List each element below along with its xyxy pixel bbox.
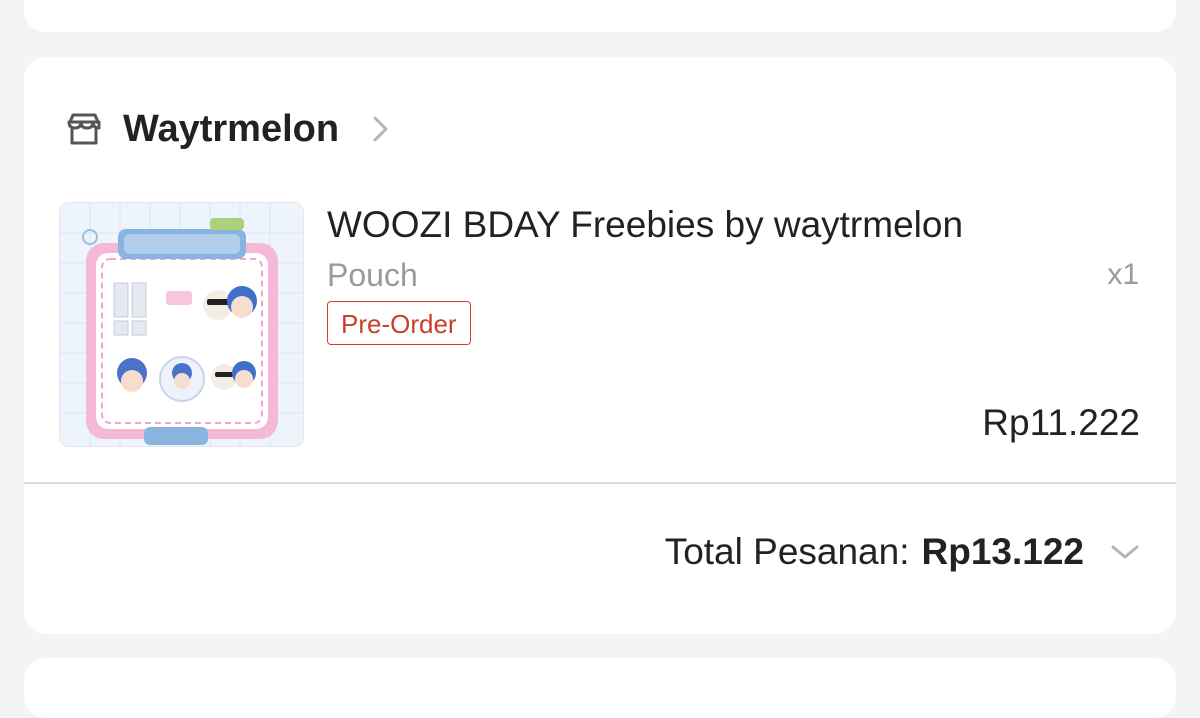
divider [24, 482, 1176, 484]
order-card: Waytrmelon WOOZI BDAY Freebies by waytrm… [24, 57, 1176, 634]
next-order-card [24, 658, 1176, 718]
shop-header[interactable]: Waytrmelon [64, 107, 391, 151]
product-title[interactable]: WOOZI BDAY Freebies by waytrmelon [327, 203, 963, 247]
shop-name[interactable]: Waytrmelon [123, 107, 339, 151]
chevron-down-icon[interactable] [1108, 542, 1142, 562]
order-total-label: Total Pesanan: [664, 531, 910, 572]
store-icon [67, 113, 101, 145]
order-total-row[interactable]: Total Pesanan: Rp13.122 [665, 527, 1142, 577]
product-thumbnail-image [60, 203, 303, 446]
chevron-right-icon[interactable] [371, 112, 391, 146]
product-thumbnail[interactable] [59, 202, 304, 447]
product-price: Rp11.222 [982, 402, 1140, 443]
product-quantity: x1 [1107, 258, 1139, 291]
product-variant: Pouch [327, 257, 418, 293]
order-total-value: Rp13.122 [921, 531, 1085, 572]
previous-order-card [24, 0, 1176, 32]
preorder-badge: Pre-Order [327, 301, 471, 345]
